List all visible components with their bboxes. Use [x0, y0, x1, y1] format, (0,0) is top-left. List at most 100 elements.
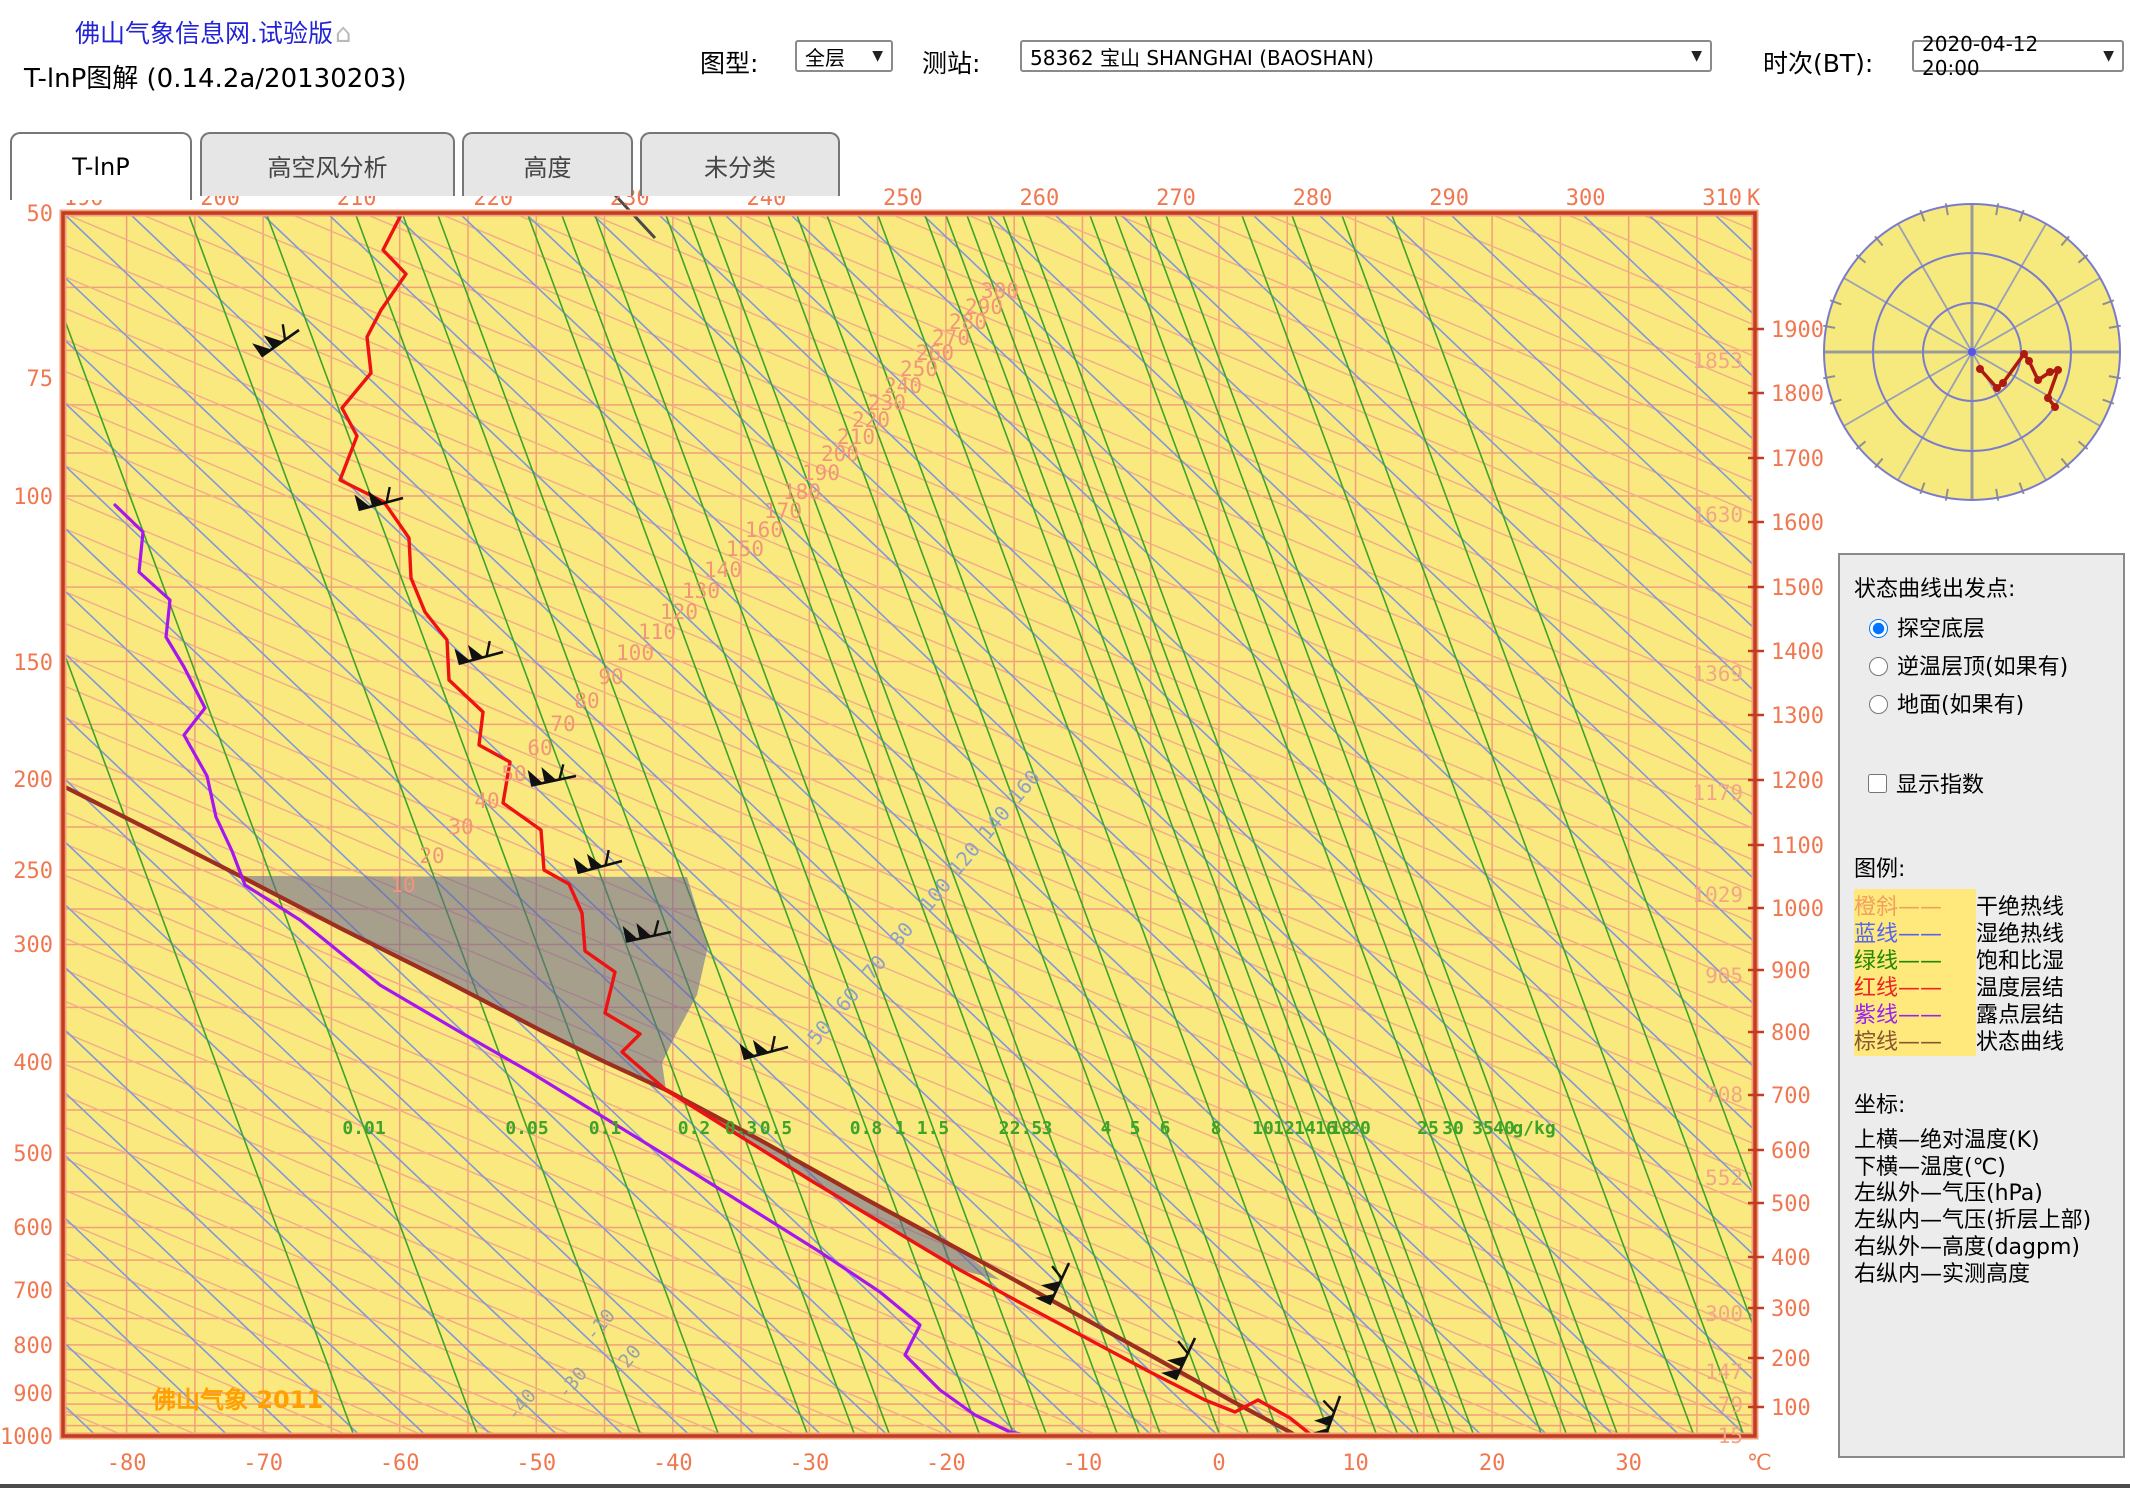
svg-text:0.8: 0.8	[850, 1118, 883, 1139]
svg-text:10: 10	[390, 873, 415, 897]
bottom-axis-label: -80	[107, 1451, 147, 1476]
right-axis-label: 1600	[1771, 511, 1824, 536]
bottom-axis-unit: ℃	[1747, 1451, 1772, 1476]
right-axis-label: 400	[1771, 1246, 1811, 1271]
t-lnp-diagram: 3002902802702602502402302202102001901801…	[0, 150, 2121, 1476]
t-lnp-app-page: 300 290 280 270 260 250 240 230 220 210 200 190 180 1…	[0, 0, 2130, 1493]
svg-text:90: 90	[598, 665, 623, 689]
site-title: 佛山气象信息网.试验版	[75, 19, 333, 48]
chevron-down-icon: ▼	[872, 48, 883, 64]
chart-type-select[interactable]: 全层 ▼	[795, 40, 893, 72]
svg-text:40: 40	[474, 789, 499, 813]
tab-height[interactable]: 高度	[462, 132, 633, 196]
bottom-axis-label: -40	[653, 1451, 693, 1476]
right-inner-axis-label: 552	[1705, 1166, 1743, 1190]
bottom-axis-label: 10	[1342, 1451, 1369, 1476]
right-axis-label: 1000	[1771, 897, 1824, 922]
site-title-link[interactable]: 佛山气象信息网.试验版⌂	[75, 14, 351, 50]
right-axis-label: 1300	[1771, 704, 1824, 729]
left-axis-label: 75	[27, 367, 54, 392]
left-axis-label: 500	[13, 1142, 53, 1167]
right-inner-axis-label: 1179	[1692, 781, 1743, 805]
svg-text:12: 12	[1273, 1118, 1295, 1139]
left-axis-label: 100	[13, 485, 53, 510]
right-axis-label: 1100	[1771, 834, 1824, 859]
radio-inversion-top[interactable]: 逆温层顶(如果有)	[1864, 649, 2123, 681]
svg-text:2.5: 2.5	[1010, 1118, 1043, 1139]
right-axis-label: 200	[1771, 1347, 1811, 1372]
radio-sounding-base[interactable]: 探空底层	[1864, 611, 2123, 643]
time-select[interactable]: 2020-04-12 20:00 ▼	[1912, 32, 2124, 80]
wind-hodograph	[1823, 203, 2121, 501]
legend: 图例: 橙斜—— 干绝热线 蓝线—— 湿绝热线 绿线—— 饱和比湿 红线—— 温度层结 …	[1854, 851, 2123, 1056]
coordinates-help: 坐标: 上横—绝对温度(K) 下横—温度(℃) 左纵外—气压(hPa) 左纵内—…	[1854, 1093, 2104, 1289]
svg-text:70: 70	[550, 712, 575, 736]
svg-text:0.1: 0.1	[589, 1118, 622, 1139]
show-index-checkbox-input[interactable]	[1868, 773, 1887, 793]
radio-ground-input[interactable]	[1869, 695, 1888, 714]
left-axis-label: 800	[13, 1334, 53, 1359]
legend-title: 图例:	[1854, 857, 1906, 882]
legend-item: 紫线—— 露点层结	[1854, 996, 2123, 1029]
home-icon[interactable]: ⌂	[335, 19, 352, 49]
legend-item: 红线—— 温度层结	[1854, 969, 2123, 1002]
station-select[interactable]: 58362 宝山 SHANGHAI (BAOSHAN) ▼	[1020, 40, 1712, 72]
svg-text:8: 8	[1211, 1118, 1222, 1139]
bottom-axis-label: -20	[926, 1451, 966, 1476]
chart-type-label: 图型:	[700, 49, 759, 78]
right-axis-label: 1700	[1771, 447, 1824, 472]
right-inner-axis-label: 1630	[1692, 503, 1743, 527]
bottom-axis-label: -50	[516, 1451, 556, 1476]
radio-ground[interactable]: 地面(如果有)	[1864, 687, 2123, 719]
legend-item: 橙斜—— 干绝热线	[1854, 888, 2123, 921]
svg-text:g/kg: g/kg	[1512, 1118, 1555, 1139]
left-axis-label: 400	[13, 1051, 53, 1076]
svg-text:0.2: 0.2	[678, 1118, 711, 1139]
svg-text:6: 6	[1160, 1118, 1171, 1139]
left-axis-label: 200	[13, 768, 53, 793]
right-axis-label: 1500	[1771, 576, 1824, 601]
svg-text:60: 60	[527, 736, 552, 760]
station-value: 58362 宝山 SHANGHAI (BAOSHAN)	[1030, 45, 1374, 70]
state-curve-origin-title: 状态曲线出发点:	[1854, 577, 2016, 602]
right-axis-label: 800	[1771, 1021, 1811, 1046]
svg-text:80: 80	[574, 689, 599, 713]
tab-unclassified[interactable]: 未分类	[640, 132, 840, 196]
right-axis-label: 600	[1771, 1139, 1811, 1164]
right-inner-axis-label: 300	[1705, 1302, 1743, 1326]
page-title: T-lnP图解 (0.14.2a/20130203)	[24, 64, 407, 94]
radio-sounding-base-input[interactable]	[1869, 619, 1888, 638]
left-axis-label: 700	[13, 1279, 53, 1304]
bottom-axis-label: -60	[380, 1451, 420, 1476]
left-axis-label: 300	[13, 933, 53, 958]
left-axis-label: 1000	[0, 1425, 53, 1450]
chart-type-value: 全层	[805, 45, 845, 70]
svg-text:35: 35	[1472, 1118, 1494, 1139]
svg-text:0.3: 0.3	[725, 1118, 758, 1139]
right-axis-label: 900	[1771, 959, 1811, 984]
right-axis-label: 500	[1771, 1192, 1811, 1217]
svg-text:2: 2	[999, 1118, 1010, 1139]
svg-text:0.5: 0.5	[760, 1118, 793, 1139]
left-axis-label: 50	[27, 202, 54, 227]
page-bottom-divider	[0, 1484, 2130, 1488]
right-inner-axis-label: 905	[1705, 964, 1743, 988]
svg-text:1.5: 1.5	[917, 1118, 950, 1139]
right-axis-label: 100	[1771, 1396, 1811, 1421]
tab-bar: T-lnP 高空风分析 高度 未分类	[0, 132, 2130, 200]
bottom-axis-label: 0	[1212, 1451, 1225, 1476]
options-panel: 状态曲线出发点: 探空底层 逆温层顶(如果有) 地面(如果有) 显示指数 图例:…	[1838, 553, 2125, 1458]
svg-text:0.01: 0.01	[342, 1118, 385, 1139]
svg-text:50: 50	[501, 762, 526, 786]
legend-item: 蓝线—— 湿绝热线	[1854, 915, 2123, 948]
right-axis-label: 1400	[1771, 640, 1824, 665]
radio-inversion-top-input[interactable]	[1869, 657, 1888, 676]
svg-text:100: 100	[616, 641, 654, 665]
tab-t-lnp[interactable]: T-lnP	[10, 132, 192, 200]
svg-text:14: 14	[1294, 1118, 1316, 1139]
legend-item: 棕线—— 状态曲线	[1854, 1023, 2123, 1056]
tab-upper-wind[interactable]: 高空风分析	[200, 132, 455, 196]
show-index-checkbox[interactable]: 显示指数	[1864, 767, 2123, 799]
right-inner-axis-label: 708	[1705, 1083, 1743, 1107]
right-inner-axis-label: 79	[1718, 1393, 1743, 1417]
